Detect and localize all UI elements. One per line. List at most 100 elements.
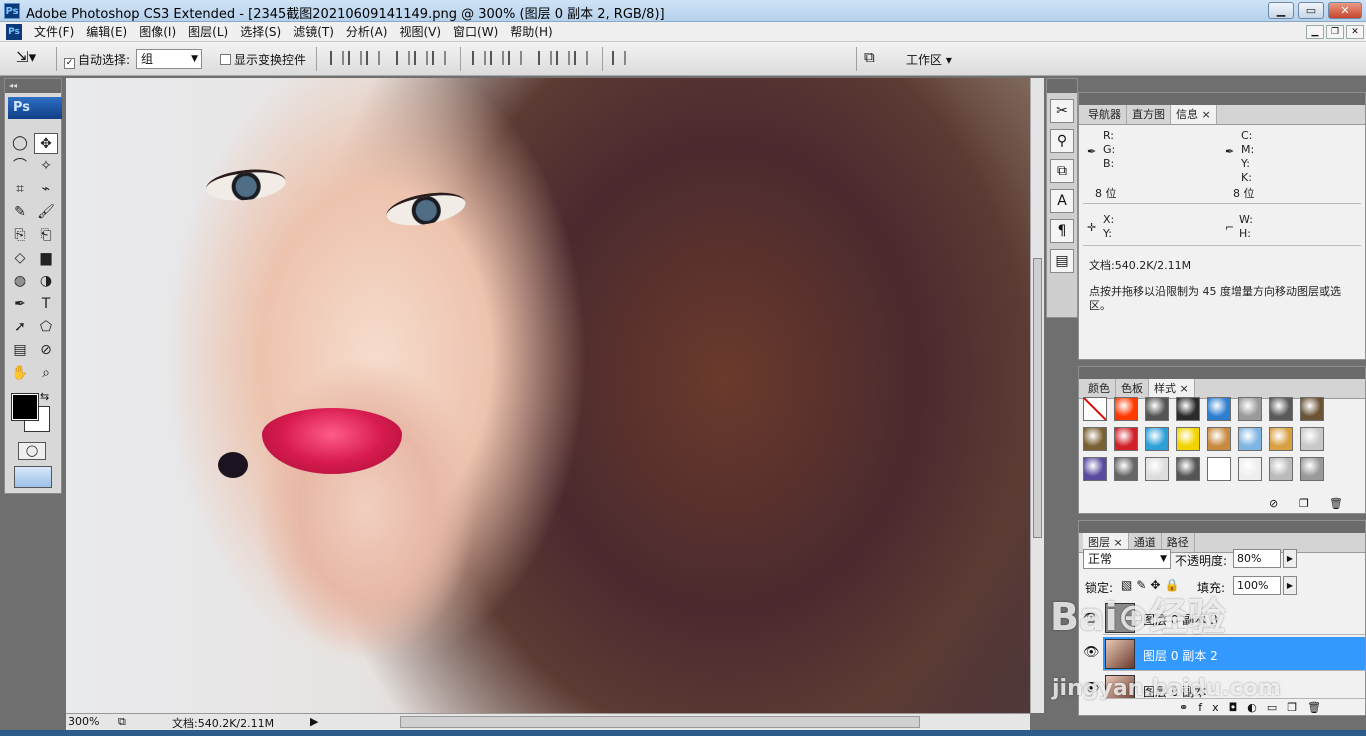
- style-swatch[interactable]: [1176, 427, 1200, 451]
- distribute-bottom-icon[interactable]: [508, 51, 522, 65]
- style-swatch[interactable]: [1145, 397, 1169, 421]
- menu-filter[interactable]: 滤镜(T): [287, 22, 340, 42]
- crop-tool-icon[interactable]: ⌗: [8, 179, 32, 200]
- paragraph-icon[interactable]: ¶: [1050, 219, 1074, 243]
- move-tool-preset-icon[interactable]: ⇲▾: [16, 48, 36, 66]
- style-swatch[interactable]: [1083, 457, 1107, 481]
- menu-file[interactable]: 文件(F): [28, 22, 80, 42]
- doc-restore-button[interactable]: ❐: [1326, 25, 1344, 39]
- status-icon[interactable]: ⧉: [118, 715, 126, 729]
- align-vcenter-icon[interactable]: [348, 51, 362, 65]
- menu-layer[interactable]: 图层(L): [182, 22, 234, 42]
- auto-select-checkbox[interactable]: ✓ 自动选择:: [64, 51, 130, 69]
- style-swatch[interactable]: [1114, 457, 1138, 481]
- auto-align-icon[interactable]: [612, 51, 626, 65]
- tab-navigator[interactable]: 导航器: [1083, 105, 1127, 124]
- distribute-top-icon[interactable]: [472, 51, 486, 65]
- clone-source-icon[interactable]: ⧉: [1050, 159, 1074, 183]
- distribute-vcenter-icon[interactable]: [490, 51, 504, 65]
- shape-tool-icon[interactable]: ⬠: [34, 317, 58, 338]
- lasso-tool-icon[interactable]: ⌒: [8, 156, 32, 177]
- foreground-color-swatch[interactable]: [11, 393, 39, 421]
- style-swatch[interactable]: [1145, 427, 1169, 451]
- tools-panel-header[interactable]: ◂◂: [5, 79, 61, 93]
- dock-header[interactable]: [1047, 79, 1077, 93]
- marquee-tool-icon[interactable]: ◯: [8, 133, 32, 154]
- bridge-icon[interactable]: ⧉: [864, 48, 875, 66]
- distribute-hcenter-icon[interactable]: [556, 51, 570, 65]
- style-swatch[interactable]: [1269, 397, 1293, 421]
- menu-view[interactable]: 视图(V): [393, 22, 447, 42]
- magic-wand-tool-icon[interactable]: ✧: [34, 156, 58, 177]
- document-icon[interactable]: Ps: [6, 24, 22, 40]
- style-swatch[interactable]: [1207, 457, 1231, 481]
- fill-input[interactable]: 100%: [1233, 576, 1281, 595]
- opacity-slider-button[interactable]: ▶: [1283, 549, 1297, 568]
- screen-mode-icon[interactable]: [14, 466, 52, 488]
- fill-slider-button[interactable]: ▶: [1283, 576, 1297, 595]
- style-swatch[interactable]: [1269, 427, 1293, 451]
- align-top-icon[interactable]: [330, 51, 344, 65]
- distribute-right-icon[interactable]: [574, 51, 588, 65]
- gradient-tool-icon[interactable]: ▆: [34, 248, 58, 269]
- maximize-button[interactable]: ▭: [1298, 2, 1324, 19]
- menu-analysis[interactable]: 分析(A): [340, 22, 394, 42]
- style-swatch[interactable]: [1083, 427, 1107, 451]
- blur-tool-icon[interactable]: ◍: [8, 271, 32, 292]
- tool-presets-icon[interactable]: ✂: [1050, 99, 1074, 123]
- quick-mask-icon[interactable]: ◯: [18, 442, 46, 460]
- path-selection-tool-icon[interactable]: ➚: [8, 317, 32, 338]
- style-swatch[interactable]: [1114, 397, 1138, 421]
- style-swatch[interactable]: [1300, 427, 1324, 451]
- tab-color[interactable]: 颜色: [1083, 379, 1116, 398]
- align-bottom-icon[interactable]: [366, 51, 380, 65]
- panel-header[interactable]: [1079, 521, 1365, 533]
- eyedropper-tool-icon[interactable]: ⊘: [34, 340, 58, 361]
- visibility-eye-icon[interactable]: 👁: [1083, 645, 1100, 660]
- eraser-tool-icon[interactable]: ◇: [8, 248, 32, 269]
- brushes-icon[interactable]: ⚲: [1050, 129, 1074, 153]
- style-swatch[interactable]: [1238, 427, 1262, 451]
- character-icon[interactable]: A: [1050, 189, 1074, 213]
- style-swatch[interactable]: [1207, 427, 1231, 451]
- menu-select[interactable]: 选择(S): [234, 22, 287, 42]
- tab-info[interactable]: 信息 ×: [1171, 105, 1217, 124]
- menu-help[interactable]: 帮助(H): [504, 22, 558, 42]
- pen-tool-icon[interactable]: ✒: [8, 294, 32, 315]
- style-swatch[interactable]: [1300, 457, 1324, 481]
- style-swatch[interactable]: [1300, 397, 1324, 421]
- align-left-icon[interactable]: [396, 51, 410, 65]
- layer-comps-icon[interactable]: ▤: [1050, 249, 1074, 273]
- tab-styles[interactable]: 样式 ×: [1149, 379, 1195, 398]
- style-swatch[interactable]: [1114, 427, 1138, 451]
- zoom-tool-icon[interactable]: ⌕: [34, 363, 58, 384]
- canvas-vertical-scrollbar[interactable]: [1030, 78, 1044, 713]
- auto-select-dropdown[interactable]: 组 ▼: [136, 49, 202, 69]
- notes-tool-icon[interactable]: ▤: [8, 340, 32, 361]
- trash-icon[interactable]: 🗑: [1329, 497, 1343, 510]
- new-style-icon[interactable]: ❐: [1299, 497, 1309, 510]
- swap-colors-icon[interactable]: ⇆: [40, 390, 49, 403]
- style-swatch[interactable]: [1145, 457, 1169, 481]
- show-transform-checkbox[interactable]: 显示变换控件: [220, 51, 306, 68]
- healing-brush-tool-icon[interactable]: ✎: [8, 202, 32, 223]
- distribute-left-icon[interactable]: [538, 51, 552, 65]
- style-swatch[interactable]: [1269, 457, 1293, 481]
- doc-minimize-button[interactable]: ▁: [1306, 25, 1324, 39]
- close-button[interactable]: ✕: [1328, 2, 1362, 19]
- style-swatch-none[interactable]: [1083, 397, 1107, 421]
- doc-close-button[interactable]: ✕: [1346, 25, 1364, 39]
- history-brush-tool-icon[interactable]: ⎗: [34, 225, 58, 246]
- layer-row-active[interactable]: 图层 0 副本 2: [1103, 637, 1365, 671]
- panel-header[interactable]: [1079, 93, 1365, 105]
- slice-tool-icon[interactable]: ⌁: [34, 179, 58, 200]
- menu-window[interactable]: 窗口(W): [447, 22, 504, 42]
- clone-stamp-tool-icon[interactable]: ⎘: [8, 225, 32, 246]
- zoom-level[interactable]: 300%: [68, 715, 99, 728]
- brush-tool-icon[interactable]: 🖌: [34, 202, 58, 223]
- menu-image[interactable]: 图像(I): [133, 22, 182, 42]
- tab-histogram[interactable]: 直方图: [1127, 105, 1171, 124]
- canvas-horizontal-scrollbar[interactable]: [400, 716, 920, 728]
- panel-header[interactable]: [1079, 367, 1365, 379]
- style-swatch[interactable]: [1207, 397, 1231, 421]
